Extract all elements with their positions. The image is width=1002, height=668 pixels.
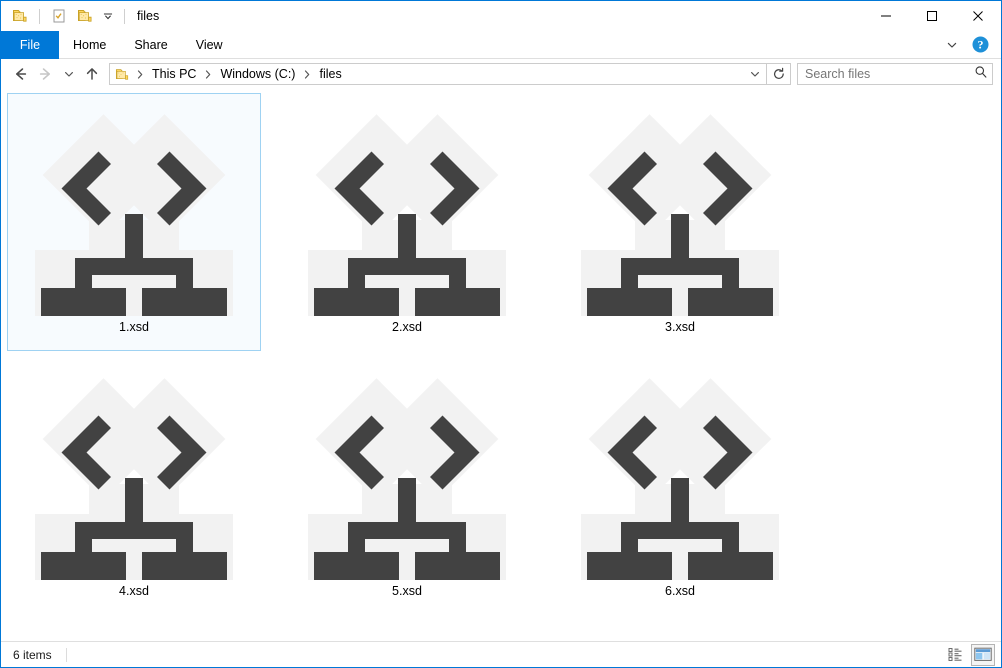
help-icon[interactable]: ?: [967, 32, 993, 58]
window-controls: [863, 1, 1001, 31]
quick-access-toolbar: [1, 5, 129, 27]
large-icons-view-button[interactable]: [971, 643, 995, 666]
breadcrumb-separator-1[interactable]: [200, 69, 216, 80]
search-icon[interactable]: [974, 65, 988, 84]
file-item[interactable]: 2.xsd: [280, 93, 534, 351]
file-item[interactable]: 6.xsd: [553, 357, 807, 615]
minimize-button[interactable]: [863, 1, 909, 31]
status-separator: [65, 647, 67, 662]
file-item[interactable]: 1.xsd: [7, 93, 261, 351]
address-dropdown-chevron-down-icon[interactable]: [746, 64, 764, 84]
breadcrumb-bar[interactable]: This PC Windows (C:) files: [109, 63, 767, 85]
refresh-icon[interactable]: [767, 63, 791, 85]
xsd-file-icon: [25, 102, 243, 316]
tab-share[interactable]: Share: [120, 31, 181, 59]
view-mode-buttons: [944, 643, 995, 666]
file-name-label: 5.xsd: [392, 584, 422, 598]
xsd-file-icon: [571, 102, 789, 316]
maximize-button[interactable]: [909, 1, 955, 31]
item-count-label: 6 items: [13, 647, 52, 662]
breadcrumb-separator-2[interactable]: [299, 69, 315, 80]
tab-view[interactable]: View: [182, 31, 237, 59]
search-input[interactable]: [805, 67, 974, 81]
qat-separator-2: [124, 8, 125, 24]
window-title: files: [137, 9, 160, 23]
qat-separator-1: [39, 8, 40, 24]
search-box[interactable]: [797, 63, 993, 85]
xsd-file-icon: [571, 366, 789, 580]
recent-locations-chevron-down-icon[interactable]: [59, 62, 79, 86]
xsd-file-icon: [298, 102, 516, 316]
svg-text:?: ?: [977, 38, 983, 52]
details-view-button[interactable]: [944, 644, 968, 666]
ribbon-right-controls: ?: [939, 31, 1001, 58]
qat-folder-icon[interactable]: [9, 5, 31, 27]
file-item[interactable]: 3.xsd: [553, 93, 807, 351]
title-bar: files: [1, 1, 1001, 31]
up-arrow-icon[interactable]: [79, 62, 105, 86]
breadcrumb-folder-icon: [113, 65, 132, 84]
tab-home[interactable]: Home: [59, 31, 120, 59]
file-name-label: 2.xsd: [392, 320, 422, 334]
file-name-label: 6.xsd: [665, 584, 695, 598]
file-name-label: 4.xsd: [119, 584, 149, 598]
xsd-file-icon: [25, 366, 243, 580]
file-list-view[interactable]: 1.xsd 2.xsd 3.xsd 4.xsd 5.xsd 6.xsd: [1, 89, 1001, 641]
address-bar: This PC Windows (C:) files: [1, 59, 1001, 89]
breadcrumb-item-files[interactable]: files: [315, 66, 345, 82]
breadcrumb-item-windows-c[interactable]: Windows (C:): [216, 66, 299, 82]
file-explorer-window: files File Home Share View ? This PC Win…: [0, 0, 1002, 668]
breadcrumb-item-this-pc[interactable]: This PC: [148, 66, 200, 82]
breadcrumb-separator-0[interactable]: [132, 69, 148, 80]
qat-chevron-down-icon[interactable]: [100, 5, 116, 27]
tab-file[interactable]: File: [1, 31, 59, 59]
xsd-file-icon: [298, 366, 516, 580]
file-name-label: 3.xsd: [665, 320, 695, 334]
ribbon-tab-bar: File Home Share View ?: [1, 31, 1001, 59]
status-bar: 6 items: [1, 641, 1001, 667]
close-button[interactable]: [955, 1, 1001, 31]
forward-arrow-icon[interactable]: [33, 62, 59, 86]
file-item[interactable]: 4.xsd: [7, 357, 261, 615]
qat-new-folder-icon[interactable]: [74, 5, 96, 27]
file-item[interactable]: 5.xsd: [280, 357, 534, 615]
qat-properties-icon[interactable]: [48, 5, 70, 27]
back-arrow-icon[interactable]: [7, 62, 33, 86]
file-name-label: 1.xsd: [119, 320, 149, 334]
minimize-ribbon-chevron-down-icon[interactable]: [939, 32, 965, 58]
